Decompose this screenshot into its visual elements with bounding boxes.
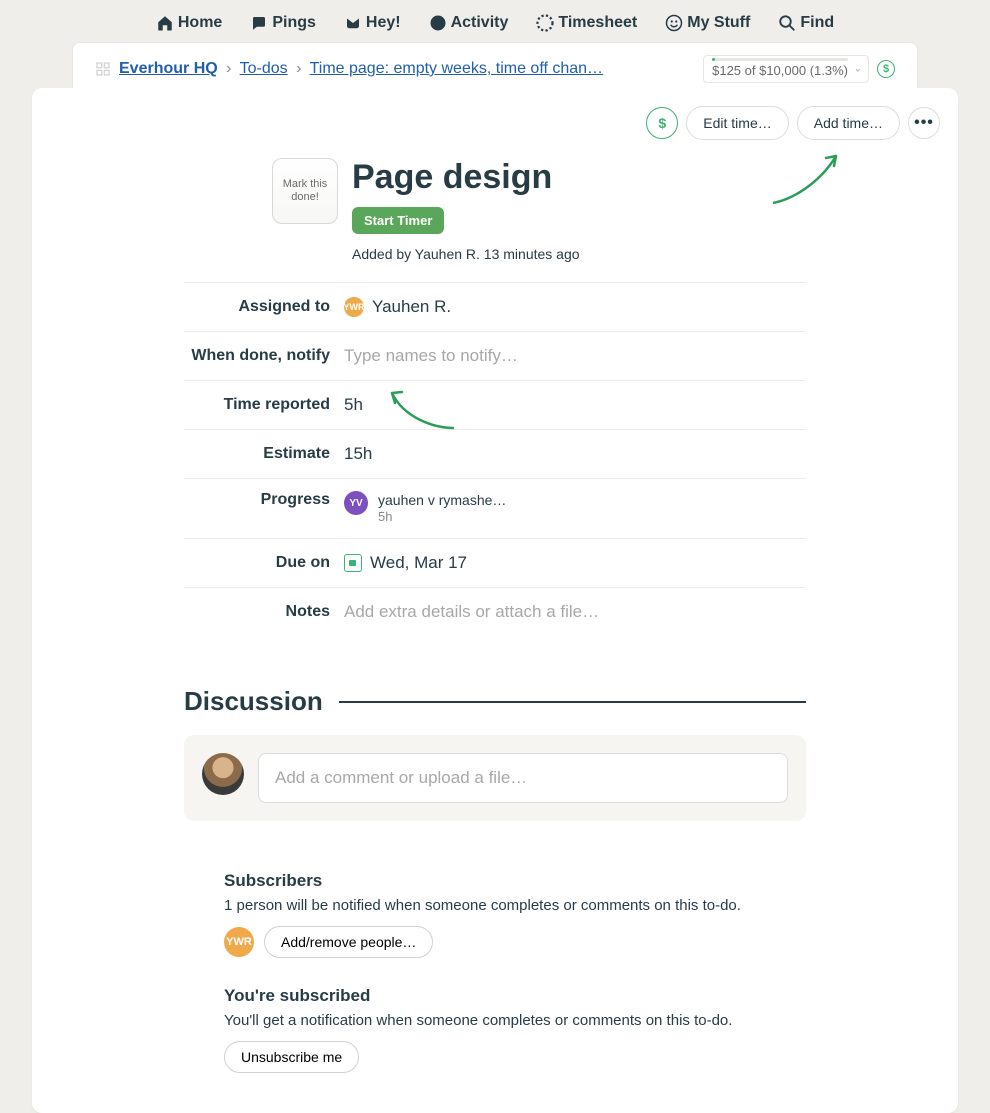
subscribers-heading: Subscribers bbox=[224, 871, 844, 891]
avatar-icon: YWR bbox=[344, 297, 364, 317]
nav-home-label: Home bbox=[178, 14, 222, 32]
budget-bar-fill bbox=[712, 58, 715, 61]
nav-activity[interactable]: Activity bbox=[429, 14, 509, 32]
top-nav: Home Pings Hey! Activity Timesheet My St… bbox=[0, 0, 990, 42]
subscribers-section: Subscribers 1 person will be notified wh… bbox=[224, 871, 844, 1073]
breadcrumb-sep: › bbox=[226, 60, 231, 77]
task-fields: Assigned to YWR Yauhen R. When done, not… bbox=[184, 282, 806, 636]
divider bbox=[339, 701, 806, 703]
dollar-icon[interactable]: $ bbox=[877, 60, 895, 78]
nav-hey-label: Hey! bbox=[366, 14, 401, 32]
assigned-value: Yauhen R. bbox=[372, 297, 451, 317]
budget-text: $125 of $10,000 (1.3%) bbox=[712, 63, 848, 78]
comment-box: Add a comment or upload a file… bbox=[184, 735, 806, 821]
task-title: Page design bbox=[352, 158, 580, 197]
time-reported-label: Time reported bbox=[184, 396, 344, 414]
comment-input[interactable]: Add a comment or upload a file… bbox=[258, 753, 788, 803]
budget-dropdown[interactable]: $125 of $10,000 (1.3%) ⌄ bbox=[703, 55, 869, 83]
nav-find[interactable]: Find bbox=[778, 14, 834, 32]
field-assigned: Assigned to YWR Yauhen R. bbox=[184, 283, 806, 332]
nav-mystuff-label: My Stuff bbox=[687, 14, 750, 32]
subscribers-text: 1 person will be notified when someone c… bbox=[224, 897, 844, 914]
notes-label: Notes bbox=[184, 603, 344, 621]
hey-icon bbox=[344, 14, 362, 32]
task-header: Mark this done! Page design Start Timer … bbox=[32, 88, 958, 282]
breadcrumb-task[interactable]: Time page: empty weeks, time off chan… bbox=[310, 60, 603, 77]
avatar-icon: YWR bbox=[224, 927, 254, 957]
nav-timesheet-label: Timesheet bbox=[558, 14, 637, 32]
start-timer-button[interactable]: Start Timer bbox=[352, 207, 444, 234]
assigned-label: Assigned to bbox=[184, 298, 344, 316]
find-icon bbox=[778, 14, 796, 32]
nav-pings-label: Pings bbox=[272, 14, 316, 32]
field-estimate: Estimate 15h bbox=[184, 430, 806, 479]
breadcrumb: Everhour HQ › To-dos › Time page: empty … bbox=[119, 60, 703, 78]
progress-time: 5h bbox=[378, 509, 506, 526]
subscribed-text: You'll get a notification when someone c… bbox=[224, 1012, 844, 1029]
calendar-icon bbox=[344, 554, 362, 572]
grid-icon[interactable] bbox=[95, 61, 111, 77]
notes-input[interactable]: Add extra details or attach a file… bbox=[344, 602, 806, 622]
estimate-value[interactable]: 15h bbox=[344, 444, 806, 464]
breadcrumb-todos[interactable]: To-dos bbox=[240, 60, 288, 77]
field-notify: When done, notify Type names to notify… bbox=[184, 332, 806, 381]
added-by-text: Added by Yauhen R. 13 minutes ago bbox=[352, 246, 580, 262]
nav-hey[interactable]: Hey! bbox=[344, 14, 401, 32]
mark-done-button[interactable]: Mark this done! bbox=[272, 158, 338, 224]
notify-input[interactable]: Type names to notify… bbox=[344, 346, 806, 366]
pings-icon bbox=[250, 14, 268, 32]
breadcrumb-sep: › bbox=[296, 60, 301, 77]
assigned-value-wrap[interactable]: YWR Yauhen R. bbox=[344, 297, 806, 317]
add-remove-people-button[interactable]: Add/remove people… bbox=[264, 926, 433, 958]
task-card: $ Edit time… Add time… ••• Mark this don… bbox=[32, 88, 958, 1113]
progress-name: yauhen v rymashe… bbox=[378, 491, 506, 509]
avatar-icon bbox=[202, 753, 244, 795]
nav-pings[interactable]: Pings bbox=[250, 14, 316, 32]
due-label: Due on bbox=[184, 554, 344, 572]
time-reported-value[interactable]: 5h bbox=[344, 395, 806, 415]
activity-icon bbox=[429, 14, 447, 32]
mark-done-label: Mark this done! bbox=[277, 178, 333, 204]
discussion-section: Discussion Add a comment or upload a fil… bbox=[184, 686, 806, 821]
field-due: Due on Wed, Mar 17 bbox=[184, 539, 806, 588]
mystuff-icon bbox=[665, 14, 683, 32]
timesheet-icon bbox=[536, 14, 554, 32]
due-value: Wed, Mar 17 bbox=[370, 553, 467, 573]
breadcrumb-bar: Everhour HQ › To-dos › Time page: empty … bbox=[72, 42, 918, 90]
field-time-reported: Time reported 5h bbox=[184, 381, 806, 430]
avatar-icon: YV bbox=[344, 491, 368, 515]
field-progress: Progress YV yauhen v rymashe… 5h bbox=[184, 479, 806, 539]
nav-home[interactable]: Home bbox=[156, 14, 222, 32]
progress-entry[interactable]: YV yauhen v rymashe… 5h bbox=[344, 491, 506, 526]
nav-find-label: Find bbox=[800, 14, 834, 32]
field-notes: Notes Add extra details or attach a file… bbox=[184, 588, 806, 636]
nav-mystuff[interactable]: My Stuff bbox=[665, 14, 750, 32]
progress-label: Progress bbox=[184, 491, 344, 509]
budget-widget: $125 of $10,000 (1.3%) ⌄ $ bbox=[703, 55, 895, 83]
nav-activity-label: Activity bbox=[451, 14, 509, 32]
budget-bar bbox=[712, 58, 848, 61]
notify-label: When done, notify bbox=[184, 347, 344, 365]
discussion-title: Discussion bbox=[184, 686, 323, 717]
unsubscribe-button[interactable]: Unsubscribe me bbox=[224, 1041, 359, 1073]
due-value-wrap[interactable]: Wed, Mar 17 bbox=[344, 553, 806, 573]
chevron-down-icon: ⌄ bbox=[854, 64, 862, 75]
estimate-label: Estimate bbox=[184, 445, 344, 463]
breadcrumb-root[interactable]: Everhour HQ bbox=[119, 60, 218, 77]
nav-timesheet[interactable]: Timesheet bbox=[536, 14, 637, 32]
subscribed-heading: You're subscribed bbox=[224, 986, 844, 1006]
home-icon bbox=[156, 14, 174, 32]
